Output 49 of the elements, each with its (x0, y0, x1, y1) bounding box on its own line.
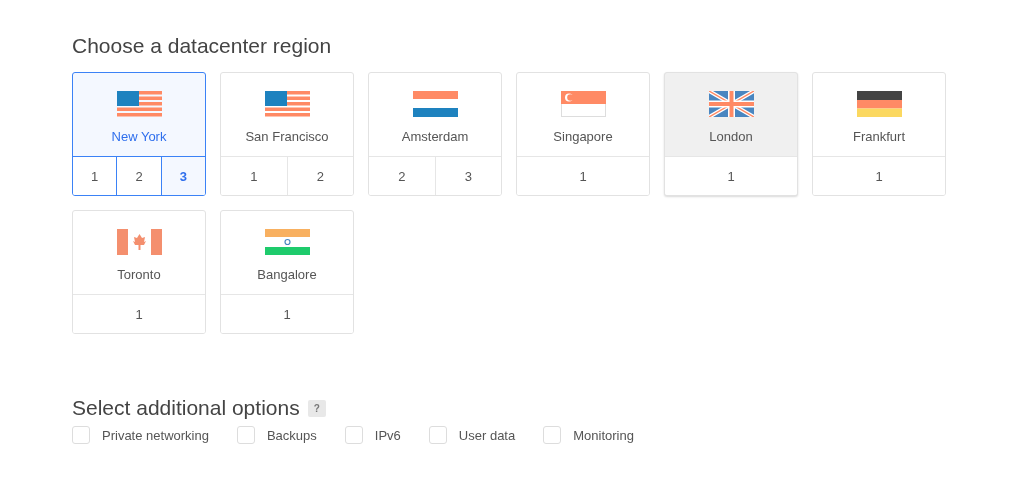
maple-leaf-flag-icon (116, 229, 162, 255)
option-label: Monitoring (573, 427, 634, 443)
region-name: San Francisco (245, 129, 329, 144)
tricolor-flag-icon (856, 91, 902, 117)
union-flag-icon (708, 91, 754, 117)
option-label: Private networking (102, 427, 209, 443)
datacenter-option[interactable]: 1 (665, 157, 797, 195)
option-label: IPv6 (374, 427, 401, 443)
tricolor-flag-icon (264, 229, 310, 255)
datacenter-option[interactable]: 1 (517, 157, 649, 195)
option-label: Backups (266, 427, 317, 443)
checkbox[interactable] (344, 426, 363, 444)
datacenter-option[interactable]: 2 (116, 157, 161, 195)
datacenter-option[interactable]: 1 (73, 295, 205, 333)
two-stripe-flag-icon (412, 91, 458, 117)
region-name: New York (111, 129, 167, 144)
section-heading: Select additional options (72, 396, 300, 420)
crescent-flag-icon (560, 91, 606, 117)
datacenter-option[interactable]: 1 (813, 157, 945, 195)
datacenter-option[interactable]: 1 (221, 157, 287, 195)
region-card[interactable]: San Francisco 1 2 (220, 72, 354, 196)
datacenter-option[interactable]: 1 (73, 157, 117, 195)
region-card[interactable]: New York 1 2 3 (72, 72, 206, 196)
checkbox[interactable] (72, 426, 90, 444)
region-card[interactable]: Singapore 1 (516, 72, 650, 196)
region-card[interactable]: Amsterdam 2 3 (368, 72, 502, 196)
region-name: Bangalore (257, 267, 317, 282)
region-card[interactable]: Toronto 1 (72, 210, 206, 334)
datacenter-option[interactable]: 3 (160, 157, 205, 195)
region-card[interactable]: Bangalore 1 (220, 210, 354, 334)
checkbox[interactable] (428, 426, 447, 444)
datacenter-option[interactable]: 2 (369, 157, 435, 195)
help-badge[interactable]: ? (307, 399, 326, 417)
region-name: Amsterdam (401, 129, 469, 144)
option-label: User data (458, 427, 516, 443)
datacenter-option[interactable]: 1 (221, 295, 353, 333)
datacenter-option[interactable]: 2 (286, 157, 353, 195)
region-name: Singapore (553, 129, 613, 144)
region-name: London (709, 129, 753, 144)
striped-flag-icon (116, 91, 162, 117)
section-heading: Choose a datacenter region (72, 34, 332, 58)
region-card[interactable]: Frankfurt 1 (812, 72, 946, 196)
region-name: Frankfurt (853, 129, 905, 144)
region-name: Toronto (117, 267, 161, 282)
datacenter-option[interactable]: 3 (434, 157, 501, 195)
region-card[interactable]: London 1 (664, 72, 798, 196)
striped-flag-icon (264, 91, 310, 117)
checkbox[interactable] (543, 426, 562, 444)
checkbox[interactable] (236, 426, 255, 444)
